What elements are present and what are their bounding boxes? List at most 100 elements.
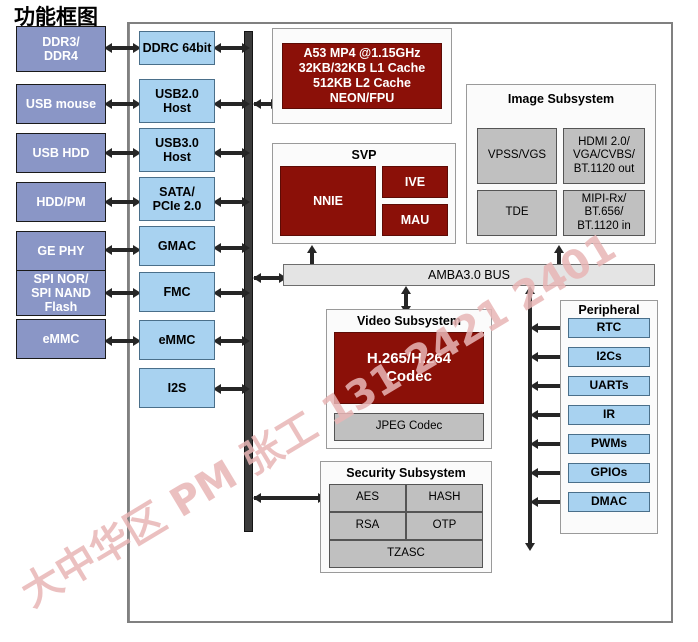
- interface-block-emmc[interactable]: eMMC: [139, 320, 215, 360]
- image-block-tde[interactable]: TDE: [477, 190, 557, 236]
- svp-block-ive[interactable]: IVE: [382, 166, 448, 198]
- arrow-amba-video-up: [400, 286, 411, 294]
- security-block-hash[interactable]: HASH: [406, 484, 483, 512]
- cpu-block[interactable]: A53 MP4 @1.15GHz 32KB/32KB L1 Cache 512K…: [282, 43, 442, 109]
- image-block-hdmi-out[interactable]: HDMI 2.0/ VGA/CVBS/ BT.1120 out: [563, 128, 645, 184]
- security-block-otp-label: OTP: [432, 519, 457, 532]
- image-subsystem-title: Image Subsystem: [507, 92, 615, 106]
- interface-block-usb20[interactable]: USB2.0 Host: [139, 79, 215, 123]
- peripheral-block-pwms-label: PWMs: [591, 436, 627, 451]
- interface-block-usb30-label: USB3.0 Host: [155, 135, 199, 164]
- external-block-ddr[interactable]: DDR3/ DDR4: [16, 26, 106, 72]
- connector-ddrc-bus: [221, 46, 243, 50]
- connector-usb20-bus: [221, 102, 243, 106]
- connector-hdd-pm: [112, 200, 134, 204]
- interface-block-fmc-label: FMC: [163, 284, 191, 299]
- security-block-rsa-label: RSA: [355, 519, 380, 532]
- peripheral-block-uarts-label: UARTs: [589, 378, 629, 393]
- arrow-sata-bus-right: [242, 196, 250, 207]
- arrow-peripheral-dmac-left: [530, 496, 538, 507]
- arrow-usb20-bus-right: [242, 98, 250, 109]
- block-diagram-canvas: 功能框图 DDR3/ DDR4 USB mouse USB HDD HDD/PM…: [0, 0, 698, 642]
- video-block-h265-h264-codec-label: H.265/H.264 Codec: [366, 350, 452, 385]
- peripheral-block-dmac[interactable]: DMAC: [568, 492, 650, 512]
- arrow-ddrc-bus-right: [242, 42, 250, 53]
- external-block-usb-hdd[interactable]: USB HDD: [16, 133, 106, 173]
- arrow-peripheral-uarts-left: [530, 380, 538, 391]
- image-block-tde-label: TDE: [505, 206, 529, 219]
- security-block-aes-label: AES: [355, 491, 379, 504]
- security-block-rsa[interactable]: RSA: [329, 512, 406, 540]
- video-block-jpeg-codec[interactable]: JPEG Codec: [334, 413, 484, 441]
- connector-gmac-bus: [221, 246, 243, 250]
- svp-block-nnie-label: NNIE: [313, 193, 343, 208]
- security-block-tzasc[interactable]: TZASC: [329, 540, 483, 568]
- connector-usb30-bus: [221, 151, 243, 155]
- image-block-vpss-vgs[interactable]: VPSS/VGS: [477, 128, 557, 184]
- arrow-bus-cpu-left: [253, 98, 261, 109]
- arrow-peripheral-gpios-left: [530, 467, 538, 478]
- arrow-image-amba-up: [553, 245, 564, 253]
- external-block-usb-mouse[interactable]: USB mouse: [16, 84, 106, 124]
- image-block-mipi-in[interactable]: MIPI-Rx/ BT.656/ BT.1120 in: [563, 190, 645, 236]
- video-block-jpeg-codec-label: JPEG Codec: [375, 420, 443, 433]
- peripheral-block-gpios[interactable]: GPIOs: [568, 463, 650, 483]
- arrow-peripheral-i2cs-left: [530, 351, 538, 362]
- cpu-block-label: A53 MP4 @1.15GHz 32KB/32KB L1 Cache 512K…: [298, 46, 426, 105]
- connector-ge-phy: [112, 248, 134, 252]
- external-block-ge-phy-label: GE PHY: [37, 244, 85, 258]
- peripheral-block-pwms[interactable]: PWMs: [568, 434, 650, 454]
- external-block-emmc-label: eMMC: [42, 332, 80, 346]
- video-block-h265-h264-codec[interactable]: H.265/H.264 Codec: [334, 332, 484, 404]
- connector-sata-bus: [221, 200, 243, 204]
- connector-spi-flash: [112, 291, 134, 295]
- arrow-peripheral-trunk-end: [524, 543, 535, 551]
- interface-block-i2s[interactable]: I2S: [139, 368, 215, 408]
- svp-block-mau[interactable]: MAU: [382, 204, 448, 236]
- security-block-hash-label: HASH: [428, 491, 461, 504]
- interface-block-emmc-label: eMMC: [158, 332, 196, 347]
- svp-block-nnie[interactable]: NNIE: [280, 166, 376, 236]
- interface-block-ddrc[interactable]: DDRC 64bit: [139, 31, 215, 65]
- connector-usb-hdd: [112, 151, 134, 155]
- peripheral-block-rtc-label: RTC: [596, 320, 622, 335]
- external-block-ddr-label: DDR3/ DDR4: [42, 35, 80, 63]
- peripheral-block-i2cs-label: I2Cs: [596, 349, 622, 364]
- interface-block-sata-pcie-label: SATA/ PCIe 2.0: [152, 184, 202, 213]
- connector-fmc-bus: [221, 291, 243, 295]
- connector-bus-security: [254, 496, 320, 500]
- arrow-svp-amba-up: [306, 245, 317, 253]
- peripheral-block-gpios-label: GPIOs: [590, 465, 628, 480]
- security-block-aes[interactable]: AES: [329, 484, 406, 512]
- external-block-emmc[interactable]: eMMC: [16, 319, 106, 359]
- amba-bus[interactable]: AMBA3.0 BUS: [283, 264, 655, 286]
- interface-block-fmc[interactable]: FMC: [139, 272, 215, 312]
- svp-block-mau-label: MAU: [400, 212, 430, 227]
- arrow-fmc-bus-right: [242, 287, 250, 298]
- connector-usb-mouse: [112, 102, 134, 106]
- interface-block-usb30[interactable]: USB3.0 Host: [139, 128, 215, 172]
- interface-block-sata-pcie[interactable]: SATA/ PCIe 2.0: [139, 177, 215, 221]
- connector-emmc: [112, 339, 134, 343]
- connector-emmc-if-bus: [221, 339, 243, 343]
- external-block-usb-mouse-label: USB mouse: [25, 97, 97, 111]
- arrow-bus-security-left: [253, 492, 261, 503]
- security-block-tzasc-label: TZASC: [387, 547, 425, 560]
- security-block-otp[interactable]: OTP: [406, 512, 483, 540]
- interface-block-gmac[interactable]: GMAC: [139, 226, 215, 266]
- peripheral-block-uarts[interactable]: UARTs: [568, 376, 650, 396]
- image-block-vpss-vgs-label: VPSS/VGS: [487, 149, 547, 162]
- external-block-usb-hdd-label: USB HDD: [32, 146, 90, 160]
- arrow-bus-amba-left: [253, 272, 261, 283]
- arrow-gmac-bus-right: [242, 242, 250, 253]
- external-block-hdd-pm[interactable]: HDD/PM: [16, 182, 106, 222]
- peripheral-block-ir[interactable]: IR: [568, 405, 650, 425]
- peripheral-block-rtc[interactable]: RTC: [568, 318, 650, 338]
- peripheral-block-i2cs[interactable]: I2Cs: [568, 347, 650, 367]
- external-block-ge-phy[interactable]: GE PHY: [16, 231, 106, 271]
- svp-title: SVP: [351, 148, 377, 162]
- peripheral-block-dmac-label: DMAC: [591, 494, 627, 509]
- external-block-spi-flash[interactable]: SPI NOR/ SPI NAND Flash: [16, 270, 106, 316]
- connector-i2s-bus: [221, 387, 243, 391]
- left-guide-line: [129, 24, 130, 621]
